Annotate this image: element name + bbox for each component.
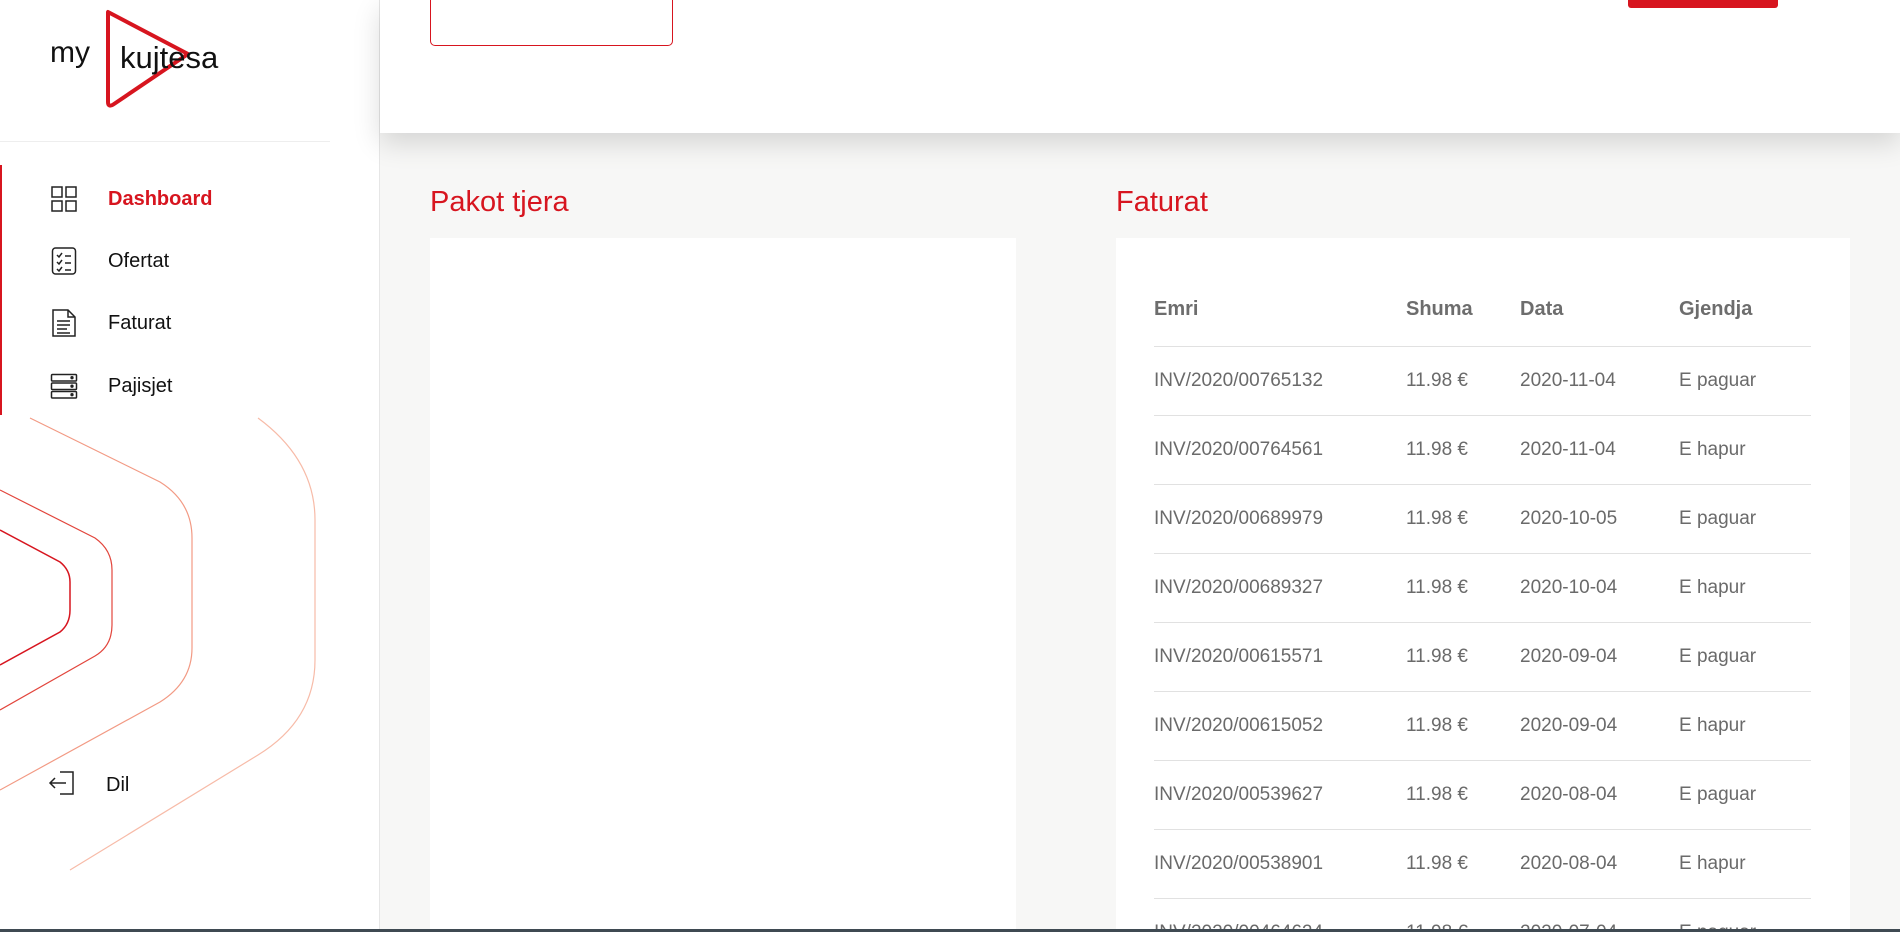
invoice-date: 2020-11-04 (1520, 415, 1679, 485)
logout-icon (48, 769, 76, 802)
invoice-name: INV/2020/00764561 (1154, 415, 1406, 485)
document-icon (50, 308, 78, 338)
invoice-name: INV/2020/00689327 (1154, 553, 1406, 623)
invoice-name: INV/2020/00539627 (1154, 760, 1406, 830)
svg-text:kujtesa: kujtesa (120, 40, 219, 75)
invoice-amount: 11.98 € (1406, 484, 1520, 554)
mykujtesa-logo[interactable]: my kujtesa (50, 8, 250, 113)
invoice-amount: 11.98 € (1406, 691, 1520, 761)
table-row[interactable]: INV/2020/00615052 11.98 € 2020-09-04 E h… (1154, 691, 1811, 761)
invoice-amount: 11.98 € (1406, 553, 1520, 623)
outline-button[interactable] (430, 0, 673, 46)
top-header (380, 0, 1900, 133)
invoice-date: 2020-10-05 (1520, 484, 1679, 554)
primary-button[interactable] (1628, 0, 1778, 8)
table-row[interactable]: INV/2020/00765132 11.98 € 2020-11-04 E p… (1154, 346, 1811, 416)
invoice-date: 2020-09-04 (1520, 691, 1679, 761)
sidebar-nav: Dashboard Ofertat Faturat Pajisjet (0, 165, 379, 415)
sidebar-item-ofertat[interactable]: Ofertat (50, 241, 169, 281)
invoice-status: E hapur (1679, 691, 1811, 761)
faturat-title: Faturat (1116, 186, 1208, 218)
invoice-amount: 11.98 € (1406, 346, 1520, 416)
invoice-status: E hapur (1679, 415, 1811, 485)
column-header: Gjendja (1679, 294, 1811, 347)
column-header: Emri (1154, 294, 1406, 347)
faturat-panel: Emri Shuma Data Gjendja INV/2020/0076513… (1116, 238, 1850, 932)
server-icon (50, 371, 78, 401)
pakot-panel (430, 238, 1016, 932)
checklist-icon (50, 246, 78, 276)
invoice-date: 2020-10-04 (1520, 553, 1679, 623)
invoice-status: E paguar (1679, 760, 1811, 830)
sidebar-item-faturat[interactable]: Faturat (50, 303, 171, 343)
invoice-name: INV/2020/00538901 (1154, 829, 1406, 899)
table-row[interactable]: INV/2020/00689979 11.98 € 2020-10-05 E p… (1154, 484, 1811, 554)
invoice-amount: 11.98 € (1406, 415, 1520, 485)
decorative-chevron-lines (0, 417, 316, 871)
invoice-status: E paguar (1679, 484, 1811, 554)
sidebar-item-pajisjet[interactable]: Pajisjet (50, 366, 172, 406)
logout-label: Dil (106, 773, 130, 796)
table-row[interactable]: INV/2020/00464624 11.98 € 2020-07-04 E p… (1154, 898, 1811, 932)
table-row[interactable]: INV/2020/00538901 11.98 € 2020-08-04 E h… (1154, 829, 1811, 899)
table-row[interactable]: INV/2020/00615571 11.98 € 2020-09-04 E p… (1154, 622, 1811, 692)
invoice-name: INV/2020/00765132 (1154, 346, 1406, 416)
invoice-status: E hapur (1679, 553, 1811, 623)
sidebar-item-label: Dashboard (108, 187, 213, 210)
invoice-date: 2020-08-04 (1520, 760, 1679, 830)
invoice-date: 2020-09-04 (1520, 622, 1679, 692)
invoice-name: INV/2020/00689979 (1154, 484, 1406, 554)
invoice-name: INV/2020/00464624 (1154, 898, 1406, 932)
logout-button[interactable]: Dil (48, 765, 129, 805)
invoice-amount: 11.98 € (1406, 898, 1520, 932)
invoice-status: E paguar (1679, 898, 1811, 932)
invoice-date: 2020-07-04 (1520, 898, 1679, 932)
column-header: Data (1520, 294, 1679, 347)
dashboard-grid-icon (50, 184, 78, 214)
sidebar-item-label: Pajisjet (108, 374, 173, 397)
table-row[interactable]: INV/2020/00539627 11.98 € 2020-08-04 E p… (1154, 760, 1811, 830)
sidebar-item-label: Ofertat (108, 249, 170, 272)
pakot-title: Pakot tjera (430, 186, 569, 218)
sidebar-item-dashboard[interactable]: Dashboard (50, 179, 212, 219)
column-header: Shuma (1406, 294, 1520, 347)
invoice-status: E paguar (1679, 346, 1811, 416)
invoice-status: E hapur (1679, 829, 1811, 899)
invoice-name: INV/2020/00615052 (1154, 691, 1406, 761)
sidebar: my kujtesa Dashboard Ofertat Faturat Paj… (0, 0, 380, 932)
invoices-table: Emri Shuma Data Gjendja INV/2020/0076513… (1154, 294, 1811, 932)
invoice-amount: 11.98 € (1406, 622, 1520, 692)
table-header-row: Emri Shuma Data Gjendja (1154, 294, 1811, 347)
invoice-date: 2020-11-04 (1520, 346, 1679, 416)
invoice-status: E paguar (1679, 622, 1811, 692)
invoice-amount: 11.98 € (1406, 760, 1520, 830)
sidebar-item-label: Faturat (108, 311, 172, 334)
table-row[interactable]: INV/2020/00764561 11.98 € 2020-11-04 E h… (1154, 415, 1811, 485)
svg-text:my: my (50, 36, 90, 69)
invoice-amount: 11.98 € (1406, 829, 1520, 899)
invoice-name: INV/2020/00615571 (1154, 622, 1406, 692)
table-row[interactable]: INV/2020/00689327 11.98 € 2020-10-04 E h… (1154, 553, 1811, 623)
invoice-date: 2020-08-04 (1520, 829, 1679, 899)
logo-divider (0, 141, 330, 142)
